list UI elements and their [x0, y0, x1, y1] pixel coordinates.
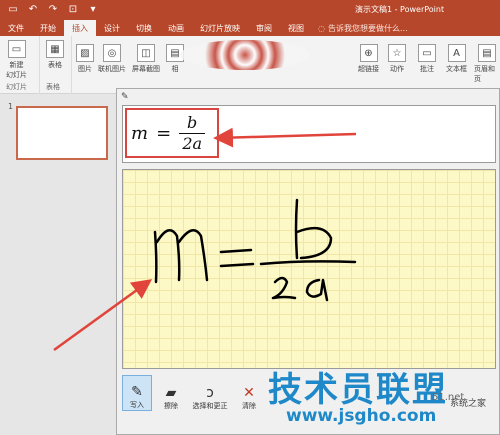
- image-icon: ▨: [76, 44, 94, 62]
- formula-equals: =: [156, 123, 172, 144]
- handwriting-strokes: [153, 198, 357, 302]
- online-image-icon: ◎: [103, 44, 121, 62]
- ribbon-tabs: 文件 开始 插入 设计 切换 动画 幻灯片放映 审阅 视图 ◌ 告诉我您想要做什…: [0, 20, 500, 36]
- comment-icon: ▭: [418, 44, 436, 62]
- tell-me-search[interactable]: ◌ 告诉我您想要做什么...: [312, 20, 408, 36]
- hyperlink-label: 超链接: [358, 65, 379, 73]
- textbox-icon: A: [447, 44, 466, 62]
- math-input-icon: ✎: [121, 92, 129, 102]
- formula-variable: m: [131, 123, 149, 144]
- comment-label: 批注: [420, 65, 434, 73]
- ribbon: ▭ 新建 幻灯片 幻灯片 ▦ 表格 表格 ▨ 图片 ◎ 联机图片 ◫ 屏幕截图 …: [0, 36, 500, 94]
- clear-tool-label: 清除: [242, 402, 256, 410]
- eraser-icon: ▰: [165, 385, 177, 401]
- album-label: 相: [171, 65, 179, 73]
- clear-icon: ✕: [243, 385, 255, 401]
- tell-me-text: 告诉我您想要做什么...: [327, 23, 408, 33]
- screenshot-button[interactable]: ◫ 屏幕截图: [132, 44, 160, 74]
- table-icon: ▦: [46, 40, 64, 58]
- screenshot-label: 屏幕截图: [132, 65, 160, 73]
- new-slide-button[interactable]: ▭ 新建 幻灯片: [6, 40, 27, 80]
- tab-slideshow[interactable]: 幻灯片放映: [192, 20, 248, 36]
- tab-view[interactable]: 视图: [280, 20, 312, 36]
- new-slide-icon: ▭: [7, 40, 26, 58]
- header-footer-button[interactable]: ▤ 页眉和页: [474, 44, 500, 84]
- camera-icon: ◫: [137, 44, 155, 62]
- tab-review[interactable]: 审阅: [248, 20, 280, 36]
- tab-animations[interactable]: 动画: [160, 20, 192, 36]
- images-button[interactable]: ▨ 图片: [76, 44, 94, 74]
- slide-thumbnail[interactable]: [16, 106, 108, 160]
- tab-design[interactable]: 设计: [96, 20, 128, 36]
- blurred-image-overlay: [180, 40, 310, 70]
- online-images-label: 联机图片: [98, 65, 126, 73]
- star-icon: ☆: [388, 44, 406, 62]
- formula-denominator: 2a: [182, 134, 203, 153]
- globe-icon: ⊕: [359, 44, 378, 62]
- document-title: 演示文稿1 - PowerPoint: [355, 5, 445, 14]
- textbox-label: 文本框: [446, 65, 467, 73]
- handwriting-canvas[interactable]: [122, 169, 496, 369]
- formula: m = b 2a: [131, 113, 206, 153]
- formula-fraction: b 2a: [179, 113, 206, 153]
- comment-button[interactable]: ▭ 批注: [418, 44, 436, 74]
- textbox-button[interactable]: A 文本框: [446, 44, 467, 74]
- erase-tool[interactable]: ▰ 擦除: [156, 375, 186, 411]
- group-tables: ▦ 表格 表格: [40, 36, 72, 94]
- watermark-site: 系统之家: [450, 399, 487, 409]
- tab-home[interactable]: 开始: [32, 20, 64, 36]
- select-correct-tool-label: 选择和更正: [192, 402, 228, 410]
- tab-transitions[interactable]: 切换: [128, 20, 160, 36]
- action-button[interactable]: ☆ 动作: [388, 44, 406, 74]
- formula-preview: m = b 2a: [122, 105, 496, 163]
- lightbulb-icon: ◌: [318, 23, 325, 33]
- slide-number: 1: [8, 102, 14, 111]
- tab-insert[interactable]: 插入: [64, 20, 96, 36]
- watermark-url: www.jsgho.com: [286, 406, 437, 426]
- table-label: 表格: [48, 61, 62, 69]
- lasso-icon: ↄ: [206, 385, 214, 401]
- group-tables-label: 表格: [46, 83, 60, 91]
- group-slides: ▭ 新建 幻灯片 幻灯片: [0, 36, 40, 94]
- redo-icon[interactable]: ↷: [46, 2, 60, 16]
- start-from-beginning-icon[interactable]: ⊡: [66, 2, 80, 16]
- quick-access-toolbar: ▭ ↶ ↷ ⊡ ▾: [6, 2, 100, 16]
- title-bar: ▭ ↶ ↷ ⊡ ▾ 演示文稿1 - PowerPoint: [0, 0, 500, 20]
- header-footer-icon: ▤: [478, 44, 496, 62]
- select-correct-tool[interactable]: ↄ 选择和更正: [190, 375, 230, 411]
- online-images-button[interactable]: ◎ 联机图片: [98, 44, 126, 74]
- new-slide-label-line2: 幻灯片: [6, 71, 27, 79]
- watermark-text: 技术员联盟: [268, 370, 448, 410]
- save-icon[interactable]: ▭: [6, 2, 20, 16]
- customize-qat-icon[interactable]: ▾: [86, 2, 100, 16]
- new-slide-label-line1: 新建: [9, 61, 24, 69]
- action-label: 动作: [390, 65, 404, 73]
- header-footer-label: 页眉和页: [474, 65, 495, 83]
- write-tool-label: 写入: [130, 401, 144, 409]
- erase-tool-label: 擦除: [164, 402, 178, 410]
- formula-numerator: b: [187, 113, 198, 132]
- slide-thumbnail-panel: 1: [0, 94, 115, 435]
- tab-file[interactable]: 文件: [0, 20, 32, 36]
- clear-tool[interactable]: ✕ 清除: [234, 375, 264, 411]
- write-tool[interactable]: ✎ 写入: [122, 375, 152, 411]
- group-slides-label: 幻灯片: [6, 83, 27, 91]
- table-button[interactable]: ▦ 表格: [46, 40, 64, 70]
- album-button[interactable]: ▤ 相: [166, 44, 184, 74]
- undo-icon[interactable]: ↶: [26, 2, 40, 16]
- pen-icon: ✎: [131, 384, 143, 400]
- hyperlink-button[interactable]: ⊕ 超链接: [358, 44, 379, 74]
- images-label: 图片: [78, 65, 92, 73]
